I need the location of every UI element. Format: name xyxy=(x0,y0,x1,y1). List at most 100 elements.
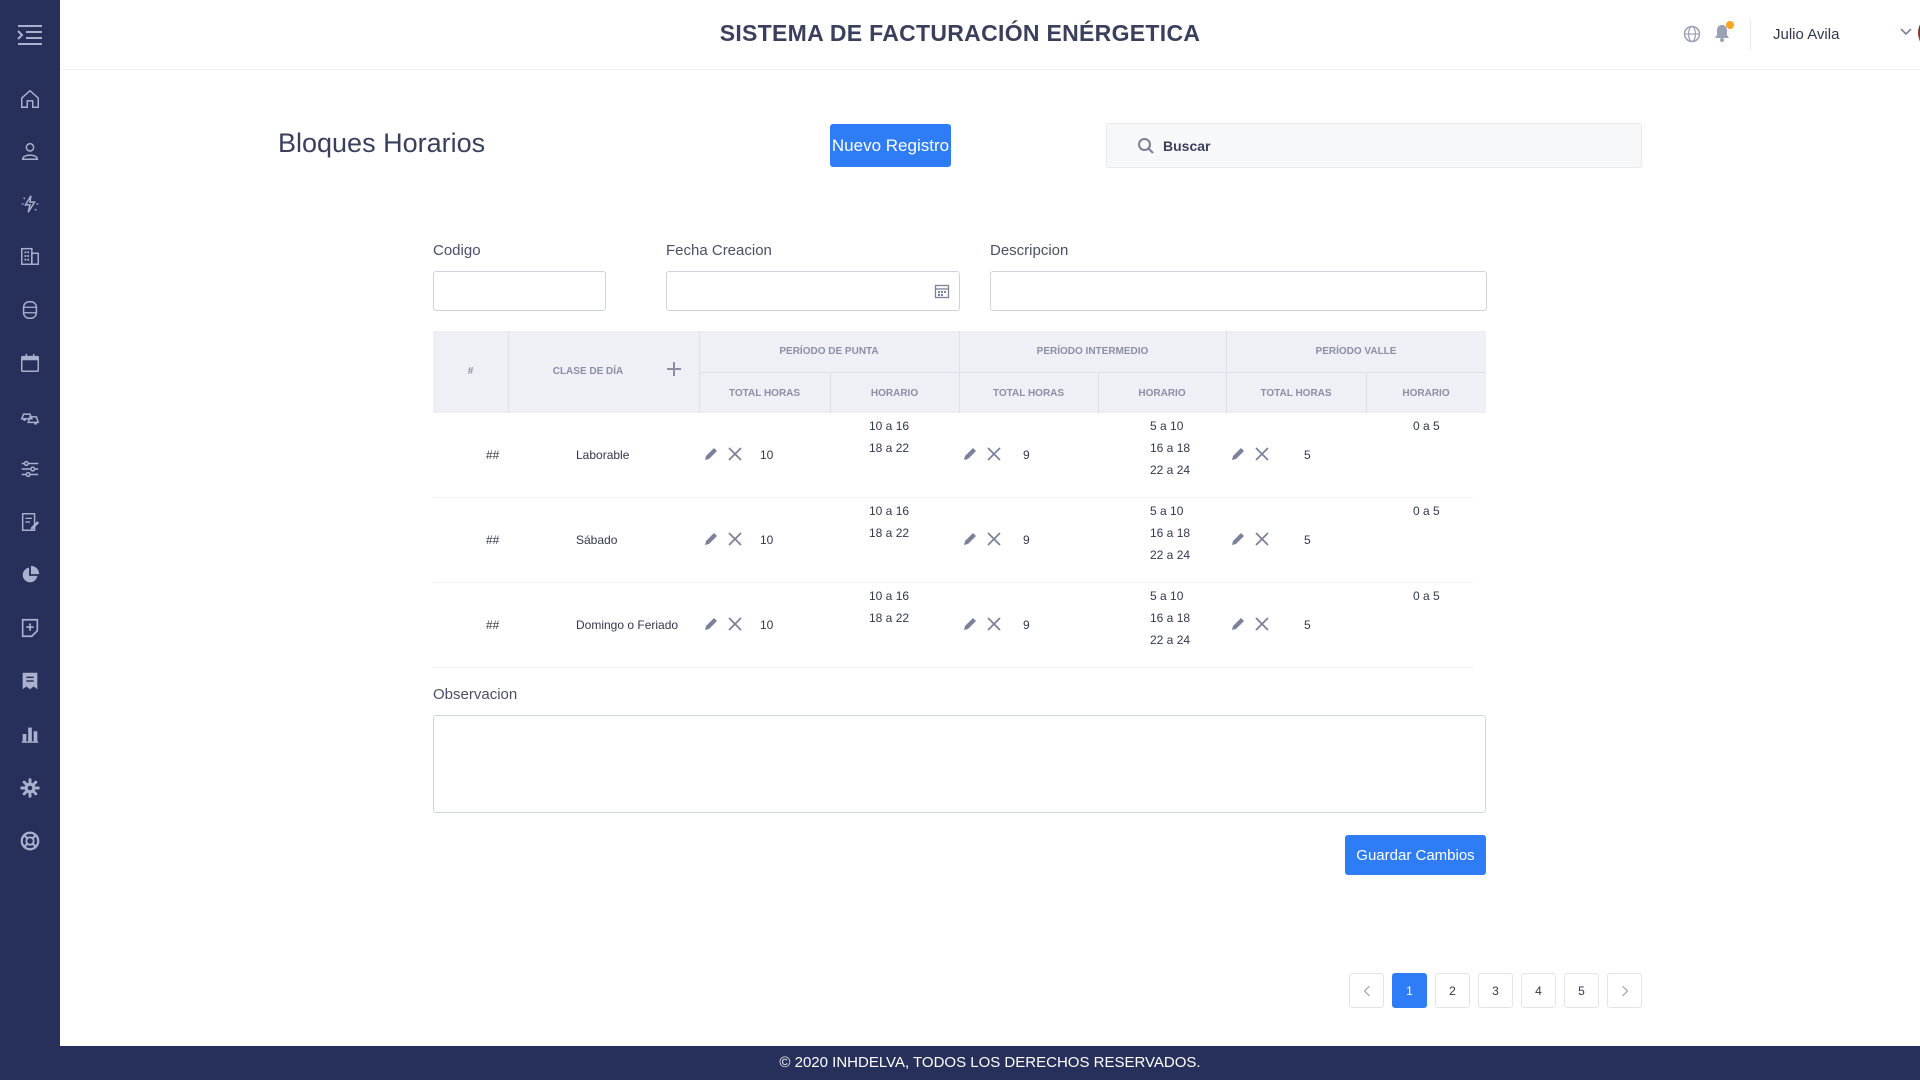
pagination-page-2[interactable]: 2 xyxy=(1435,973,1470,1008)
observacion-field[interactable] xyxy=(433,715,1486,813)
descripcion-label: Descripcion xyxy=(990,242,1069,259)
delete-icon[interactable] xyxy=(986,531,1002,547)
edit-document-icon xyxy=(21,513,40,531)
delete-icon[interactable] xyxy=(727,616,743,632)
valle-actions xyxy=(1230,616,1270,632)
col-intermedio-horario: HORARIO xyxy=(1138,388,1186,399)
intermedio-total: 9 xyxy=(1023,533,1030,547)
codigo-label: Codigo xyxy=(433,242,481,259)
pie-chart-icon xyxy=(22,565,40,583)
delete-icon[interactable] xyxy=(727,531,743,547)
settings-icon xyxy=(20,778,40,798)
table-row: ## Sábado 10 10 a 16 18 a 22 9 5 a 10 16… xyxy=(433,498,1473,583)
sidebar-item-statistics[interactable] xyxy=(0,716,60,752)
page-title: Bloques Horarios xyxy=(278,128,486,158)
sidebar-item-calendar[interactable] xyxy=(0,345,60,381)
sidebar-item-edit-documents[interactable] xyxy=(0,504,60,540)
sidebar-item-settings[interactable] xyxy=(0,770,60,806)
search-icon xyxy=(1138,138,1154,154)
observacion-label: Observacion xyxy=(433,686,518,703)
chevron-right-icon xyxy=(1621,985,1628,996)
energy-icon xyxy=(21,195,39,213)
sidebar-item-settings-sliders[interactable] xyxy=(0,451,60,487)
menu-icon xyxy=(17,25,42,45)
sidebar-item-buildings[interactable] xyxy=(0,238,60,274)
sidebar-item-receipts[interactable] xyxy=(0,663,60,699)
row-number: ## xyxy=(486,448,500,462)
table-row: ## Domingo o Feriado 10 10 a 16 18 a 22 … xyxy=(433,583,1473,668)
col-periodo-valle: PERÍODO VALLE xyxy=(1315,346,1397,357)
intermedio-actions xyxy=(962,531,1002,547)
sidebar-item-users[interactable] xyxy=(0,133,60,169)
valle-horario: 0 a 5 xyxy=(1413,504,1440,518)
pagination-next-button[interactable] xyxy=(1607,973,1642,1008)
valle-horario: 0 a 5 xyxy=(1413,419,1440,433)
delete-icon[interactable] xyxy=(986,446,1002,462)
punta-horario: 10 a 16 18 a 22 xyxy=(869,589,910,625)
delete-icon[interactable] xyxy=(1254,531,1270,547)
col-valle-total-horas: TOTAL HORAS xyxy=(1260,388,1332,399)
support-icon xyxy=(20,831,40,851)
edit-icon[interactable] xyxy=(703,616,719,632)
header-divider xyxy=(1750,20,1751,50)
valle-actions xyxy=(1230,531,1270,547)
sidebar-item-vehicles[interactable] xyxy=(0,398,60,434)
meter-icon xyxy=(22,301,38,319)
edit-icon[interactable] xyxy=(962,446,978,462)
pagination-page-5[interactable]: 5 xyxy=(1564,973,1599,1008)
globe-icon[interactable] xyxy=(1683,25,1701,43)
menu-toggle-button[interactable] xyxy=(0,0,60,70)
add-row-icon[interactable] xyxy=(666,361,682,377)
edit-icon[interactable] xyxy=(962,531,978,547)
punta-horario: 10 a 16 18 a 22 xyxy=(869,419,910,455)
edit-icon[interactable] xyxy=(1230,531,1246,547)
search-input[interactable] xyxy=(1163,134,1623,158)
sidebar-item-support[interactable] xyxy=(0,823,60,859)
edit-icon[interactable] xyxy=(962,616,978,632)
fecha-creacion-field[interactable] xyxy=(666,271,960,311)
col-valle-horario: HORARIO xyxy=(1402,388,1450,399)
user-name[interactable]: Julio Avila xyxy=(1773,26,1839,43)
add-document-icon xyxy=(21,618,39,638)
edit-icon[interactable] xyxy=(703,531,719,547)
pagination-prev-button[interactable] xyxy=(1349,973,1384,1008)
sidebar-item-energy[interactable] xyxy=(0,186,60,222)
save-changes-button[interactable]: Guardar Cambios xyxy=(1345,835,1486,875)
punta-horario: 10 a 16 18 a 22 xyxy=(869,504,910,540)
sidebar-item-reports-pie[interactable] xyxy=(0,557,60,593)
pagination-page-3[interactable]: 3 xyxy=(1478,973,1513,1008)
col-punta-total-horas: TOTAL HORAS xyxy=(728,388,801,399)
punta-actions xyxy=(703,531,743,547)
row-clase: Domingo o Feriado xyxy=(576,618,679,632)
sidebar-item-meters[interactable] xyxy=(0,292,60,328)
notification-badge xyxy=(1726,21,1734,29)
new-record-button[interactable]: Nuevo Registro xyxy=(830,124,951,167)
fecha-creacion-label: Fecha Creacion xyxy=(666,242,772,259)
delete-icon[interactable] xyxy=(727,446,743,462)
col-intermedio-total-horas: TOTAL HORAS xyxy=(992,388,1065,399)
pagination-page-1[interactable]: 1 xyxy=(1392,973,1427,1008)
codigo-field[interactable] xyxy=(433,271,606,311)
edit-icon[interactable] xyxy=(1230,616,1246,632)
descripcion-field[interactable] xyxy=(990,271,1487,311)
delete-icon[interactable] xyxy=(986,616,1002,632)
delete-icon[interactable] xyxy=(1254,616,1270,632)
intermedio-horario: 5 a 10 16 a 18 22 a 24 xyxy=(1150,589,1191,647)
app-title: SISTEMA DE FACTURACIÓN ENÉRGETICA xyxy=(719,20,1201,46)
punta-total: 10 xyxy=(760,618,774,632)
edit-icon[interactable] xyxy=(1230,446,1246,462)
table-row: ## Laborable 10 10 a 16 18 a 22 9 5 a 10… xyxy=(433,413,1473,498)
valle-total: 5 xyxy=(1304,448,1311,462)
sidebar-item-home[interactable] xyxy=(0,81,60,117)
home-icon xyxy=(21,89,39,108)
chevron-down-icon[interactable] xyxy=(1900,28,1912,36)
chevron-left-icon xyxy=(1363,985,1370,996)
punta-total: 10 xyxy=(760,448,774,462)
edit-icon[interactable] xyxy=(703,446,719,462)
search-box xyxy=(1106,123,1642,168)
row-clase: Laborable xyxy=(576,448,630,462)
pagination-page-4[interactable]: 4 xyxy=(1521,973,1556,1008)
delete-icon[interactable] xyxy=(1254,446,1270,462)
calendar-icon[interactable] xyxy=(934,283,950,299)
sidebar-item-add-document[interactable] xyxy=(0,610,60,646)
